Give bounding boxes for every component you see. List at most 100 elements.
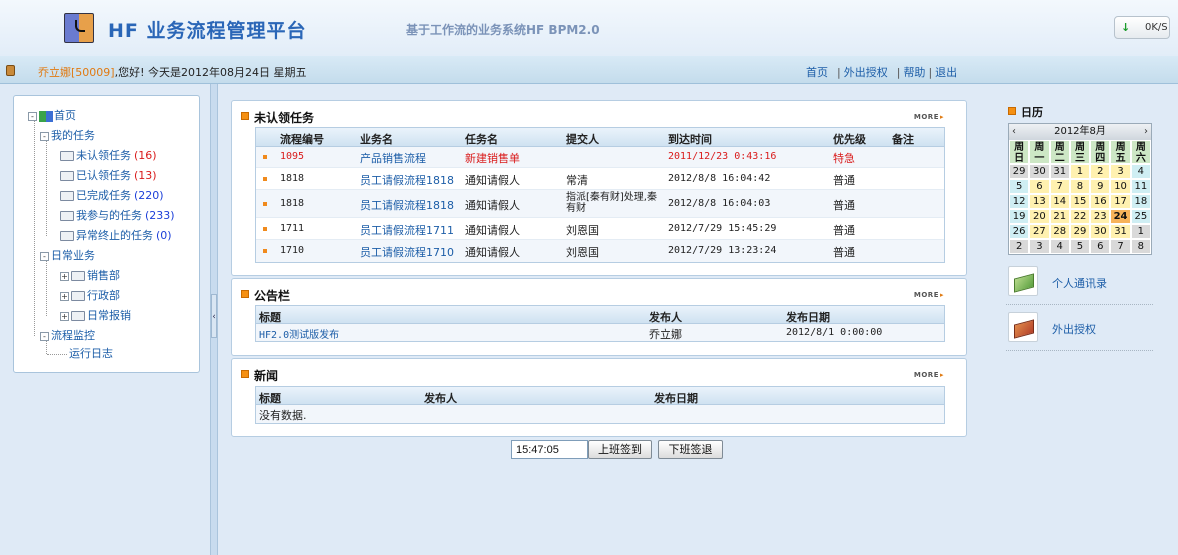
calendar-day[interactable]: 22 bbox=[1069, 209, 1091, 224]
clock-time-input[interactable] bbox=[511, 440, 588, 459]
nav-delegate[interactable]: 外出授权 bbox=[844, 66, 888, 79]
cell-priority: 特急 bbox=[833, 152, 855, 165]
more-link[interactable]: MORE bbox=[914, 291, 944, 299]
tree-item-claimed[interactable]: 已认领任务 (13) bbox=[60, 168, 157, 184]
tree-item-expense[interactable]: + 日常报销 bbox=[60, 308, 131, 324]
cell-task[interactable]: 通知请假人 bbox=[465, 244, 520, 260]
calendar-day[interactable]: 12 bbox=[1009, 194, 1030, 209]
cell-task[interactable]: 通知请假人 bbox=[465, 222, 520, 238]
tree-item-completed[interactable]: 已完成任务 (220) bbox=[60, 188, 164, 204]
tree-item-participated[interactable]: 我参与的任务 (233) bbox=[60, 208, 175, 224]
cell-biz-link[interactable]: 员工请假流程1711 bbox=[360, 222, 454, 238]
tree-my-tasks[interactable]: - 我的任务 bbox=[40, 128, 95, 144]
cell-task[interactable]: 新建销售单 bbox=[465, 150, 520, 166]
delegate-link[interactable]: 外出授权 bbox=[1006, 305, 1153, 351]
cell-biz-link[interactable]: 产品销售流程 bbox=[360, 150, 426, 166]
tree-item-sales[interactable]: + 销售部 bbox=[60, 268, 120, 284]
calendar-day[interactable]: 20 bbox=[1029, 209, 1050, 224]
calendar-day[interactable]: 1 bbox=[1069, 164, 1091, 179]
calendar-day[interactable]: 5 bbox=[1069, 239, 1091, 254]
panel-splitter[interactable]: ‹ bbox=[210, 84, 218, 555]
cell-task[interactable]: 通知请假人 bbox=[465, 172, 520, 188]
cell-biz-link[interactable]: 员工请假流程1710 bbox=[360, 244, 454, 260]
calendar-day[interactable]: 16 bbox=[1090, 194, 1111, 209]
calendar-day[interactable]: 26 bbox=[1009, 224, 1030, 239]
table-row[interactable]: 1095 产品销售流程 新建销售单 2011/12/23 0:43:16 特急 bbox=[256, 147, 944, 168]
user-name[interactable]: 乔立娜[50009] bbox=[38, 66, 115, 79]
calendar-day[interactable]: 13 bbox=[1029, 194, 1050, 209]
expand-toggle-icon[interactable]: + bbox=[60, 311, 69, 321]
more-link[interactable]: MORE bbox=[914, 113, 944, 121]
calendar-day[interactable]: 31 bbox=[1049, 164, 1070, 179]
speed-widget[interactable]: ↓ 0K/S bbox=[1114, 16, 1170, 39]
calendar-day[interactable]: 2 bbox=[1009, 239, 1030, 254]
calendar-day[interactable]: 21 bbox=[1049, 209, 1070, 224]
calendar-day[interactable]: 7 bbox=[1049, 179, 1070, 194]
collapse-toggle-icon[interactable]: - bbox=[40, 131, 49, 141]
cell-notice-title-link[interactable]: HF2.0测试版发布 bbox=[259, 326, 339, 341]
tree-item-run-log[interactable]: 运行日志 bbox=[69, 346, 113, 362]
expand-toggle-icon[interactable]: + bbox=[60, 271, 69, 281]
check-in-button[interactable]: 上班签到 bbox=[588, 440, 652, 459]
calendar-day[interactable]: 19 bbox=[1009, 209, 1030, 224]
cell-task[interactable]: 通知请假人 bbox=[465, 197, 520, 213]
calendar-day[interactable]: 6 bbox=[1029, 179, 1050, 194]
cell-biz-link[interactable]: 员工请假流程1818 bbox=[360, 172, 454, 188]
address-book-link[interactable]: 个人通讯录 bbox=[1006, 259, 1153, 305]
expand-toggle-icon[interactable]: + bbox=[60, 291, 69, 301]
table-row[interactable]: 1711 员工请假流程1711 通知请假人 刘恩国 2012/7/29 15:4… bbox=[256, 218, 944, 240]
collapse-toggle-icon[interactable]: - bbox=[40, 331, 49, 341]
panel-bullet-icon bbox=[241, 112, 249, 120]
calendar-day[interactable]: 28 bbox=[1049, 224, 1070, 239]
table-row[interactable]: HF2.0测试版发布 乔立娜 2012/8/1 0:00:00 bbox=[256, 324, 944, 341]
calendar-day[interactable]: 24 bbox=[1110, 209, 1131, 224]
tree-item-unclaimed[interactable]: 未认领任务 (16) bbox=[60, 148, 157, 164]
tree-daily[interactable]: - 日常业务 bbox=[40, 248, 95, 264]
calendar-day[interactable]: 14 bbox=[1049, 194, 1070, 209]
calendar-day[interactable]: 23 bbox=[1090, 209, 1111, 224]
calendar-day[interactable]: 29 bbox=[1009, 164, 1030, 179]
prev-month-icon[interactable]: ‹ bbox=[1012, 124, 1016, 140]
calendar-day[interactable]: 15 bbox=[1069, 194, 1091, 209]
calendar-day[interactable]: 17 bbox=[1110, 194, 1131, 209]
calendar-day[interactable]: 8 bbox=[1069, 179, 1091, 194]
calendar-day[interactable]: 10 bbox=[1110, 179, 1131, 194]
collapse-toggle-icon[interactable]: - bbox=[28, 111, 37, 121]
cell-biz-link[interactable]: 员工请假流程1818 bbox=[360, 197, 454, 213]
collapse-toggle-icon[interactable]: - bbox=[40, 251, 49, 261]
address-book-icon bbox=[1008, 266, 1038, 296]
calendar-day[interactable]: 4 bbox=[1049, 239, 1070, 254]
tree-item-terminated[interactable]: 异常终止的任务 (0) bbox=[60, 228, 172, 244]
calendar-day[interactable]: 27 bbox=[1029, 224, 1050, 239]
table-row[interactable]: 1818 员工请假流程1818 通知请假人 指派[秦有财]处理,秦有财 2012… bbox=[256, 190, 944, 218]
calendar-day[interactable]: 8 bbox=[1130, 239, 1151, 254]
nav-help[interactable]: 帮助 bbox=[903, 66, 925, 79]
calendar-day[interactable]: 31 bbox=[1110, 224, 1131, 239]
tree-item-admin[interactable]: + 行政部 bbox=[60, 288, 120, 304]
calendar-day[interactable]: 6 bbox=[1090, 239, 1111, 254]
nav-home[interactable]: 首页 bbox=[806, 66, 828, 79]
table-row[interactable]: 1818 员工请假流程1818 通知请假人 常清 2012/8/8 16:04:… bbox=[256, 168, 944, 190]
calendar-day[interactable]: 30 bbox=[1090, 224, 1111, 239]
calendar-day[interactable]: 25 bbox=[1130, 209, 1151, 224]
calendar-day[interactable]: 3 bbox=[1110, 164, 1131, 179]
tree-monitor[interactable]: - 流程监控 bbox=[40, 328, 95, 344]
check-out-button[interactable]: 下班签退 bbox=[658, 440, 723, 459]
calendar-day[interactable]: 18 bbox=[1130, 194, 1151, 209]
calendar-day[interactable]: 11 bbox=[1130, 179, 1151, 194]
collapse-arrow-icon[interactable]: ‹ bbox=[211, 294, 217, 338]
calendar-day[interactable]: 30 bbox=[1029, 164, 1050, 179]
calendar-day[interactable]: 1 bbox=[1130, 224, 1151, 239]
calendar-day[interactable]: 2 bbox=[1090, 164, 1111, 179]
calendar-day[interactable]: 4 bbox=[1130, 164, 1151, 179]
calendar-day[interactable]: 29 bbox=[1069, 224, 1091, 239]
more-link[interactable]: MORE bbox=[914, 371, 944, 379]
calendar-day[interactable]: 3 bbox=[1029, 239, 1050, 254]
calendar-day[interactable]: 7 bbox=[1110, 239, 1131, 254]
next-month-icon[interactable]: › bbox=[1144, 124, 1148, 140]
tree-home[interactable]: - 首页 bbox=[28, 108, 76, 124]
calendar-day[interactable]: 9 bbox=[1090, 179, 1111, 194]
calendar-day[interactable]: 5 bbox=[1009, 179, 1030, 194]
table-row[interactable]: 1710 员工请假流程1710 通知请假人 刘恩国 2012/7/29 13:2… bbox=[256, 240, 944, 262]
nav-logout[interactable]: 退出 bbox=[935, 66, 957, 79]
